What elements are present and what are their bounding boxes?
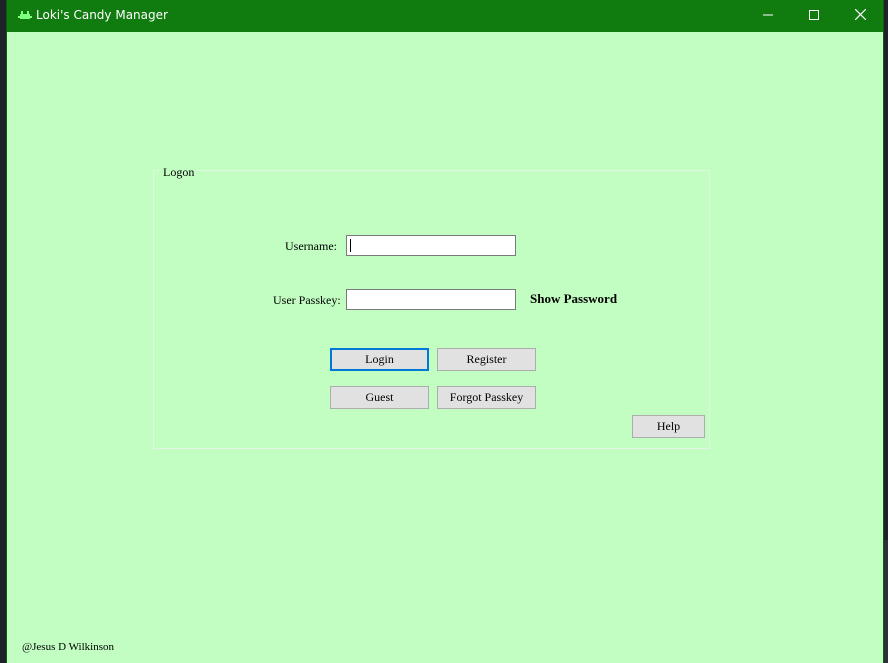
forgot-passkey-button[interactable]: Forgot Passkey <box>437 386 536 409</box>
maximize-button[interactable] <box>791 0 837 32</box>
username-label: Username: <box>285 239 337 253</box>
text-caret <box>350 239 351 252</box>
maximize-icon <box>809 7 819 25</box>
help-button[interactable]: Help <box>632 415 705 438</box>
candy-app-icon <box>18 9 32 21</box>
guest-button[interactable]: Guest <box>330 386 429 409</box>
show-password-toggle[interactable]: Show Password <box>530 291 617 307</box>
login-button[interactable]: Login <box>330 348 429 371</box>
close-icon <box>854 7 866 25</box>
title-bar[interactable]: Loki's Candy Manager <box>7 0 883 32</box>
footer-credit: @Jesus D Wilkinson <box>22 641 114 653</box>
window-title: Loki's Candy Manager <box>36 8 168 22</box>
main-window: Loki's Candy Manager Logon Username: Use… <box>7 0 883 663</box>
register-button[interactable]: Register <box>437 348 536 371</box>
username-input[interactable] <box>346 235 516 256</box>
logon-group-title: Logon <box>160 165 198 179</box>
passkey-label: User Passkey: <box>273 293 341 307</box>
minimize-button[interactable] <box>745 0 791 32</box>
minimize-icon <box>763 7 773 25</box>
close-button[interactable] <box>837 0 883 32</box>
passkey-input[interactable] <box>346 289 516 310</box>
background-window-edge <box>883 540 888 663</box>
